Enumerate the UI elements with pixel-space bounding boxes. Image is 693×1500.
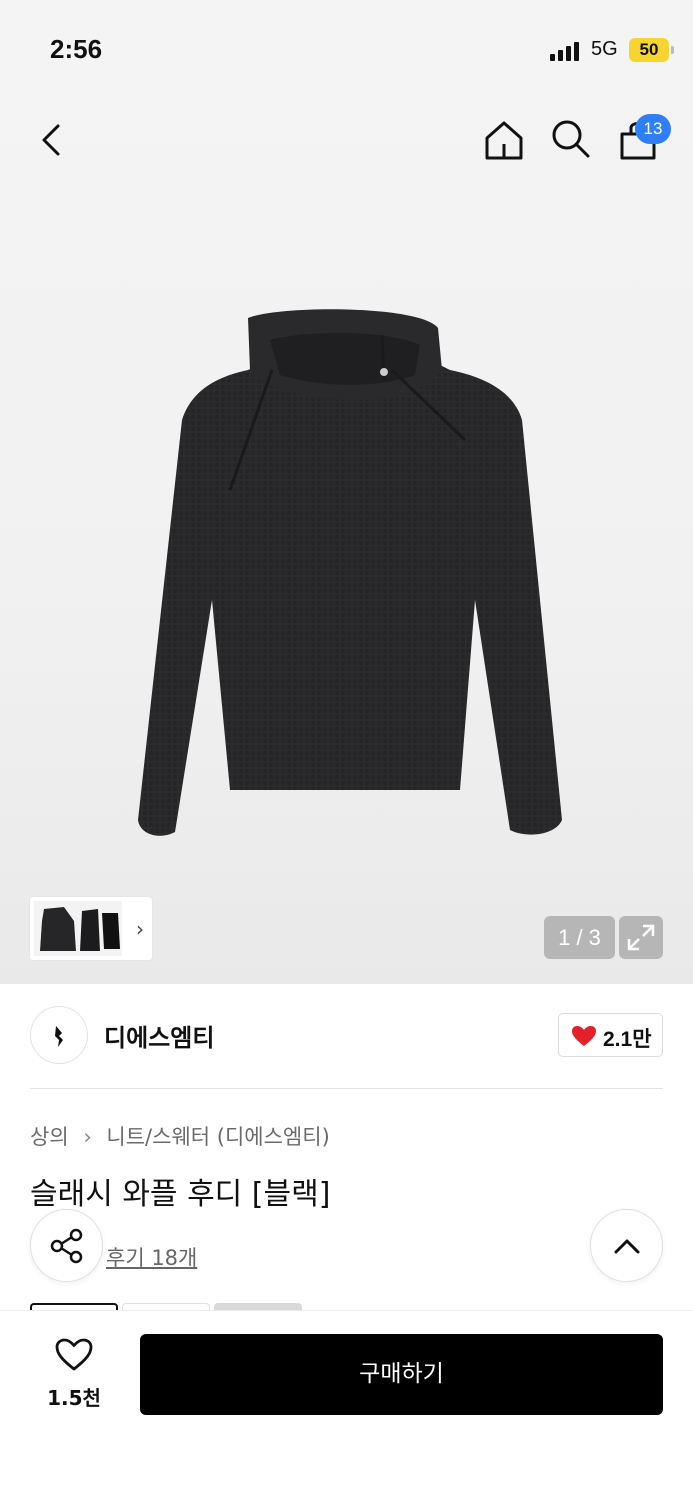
home-icon xyxy=(485,121,523,160)
signal-icon xyxy=(550,41,582,61)
buy-button[interactable]: 구매하기 xyxy=(140,1334,663,1415)
image-page-counter: 1 / 3 xyxy=(544,916,615,959)
back-icon xyxy=(42,124,60,156)
thumbnail-images xyxy=(34,901,122,956)
expand-image-button[interactable] xyxy=(619,916,663,959)
heart-icon xyxy=(572,1026,596,1046)
home-button[interactable] xyxy=(482,118,526,162)
heart-outline-icon xyxy=(55,1338,93,1371)
cart-count-badge: 13 xyxy=(635,114,671,144)
chevron-right-icon: › xyxy=(136,917,144,941)
product-image-area[interactable]: 2:56 5G 50 13 › 1 / 3 xyxy=(0,0,693,984)
breadcrumb-subcategory[interactable]: 니트/스웨터 (디에스엠티) xyxy=(106,1125,329,1149)
section-divider xyxy=(30,1088,663,1089)
wishlist-count: 1.5천 xyxy=(47,1386,101,1410)
breadcrumb-category[interactable]: 상의 xyxy=(30,1125,69,1149)
review-link[interactable]: 후기 18개 xyxy=(106,1242,197,1272)
network-label: 5G xyxy=(591,38,618,60)
share-button[interactable] xyxy=(30,1209,103,1282)
expand-icon xyxy=(627,924,655,951)
search-button[interactable] xyxy=(548,116,592,160)
search-icon xyxy=(552,120,590,158)
battery-icon: 50 xyxy=(629,38,674,62)
wishlist-button[interactable]: 1.5천 xyxy=(30,1334,118,1414)
brand-like-button[interactable]: 2.1만 xyxy=(558,1013,663,1057)
brand-like-count: 2.1만 xyxy=(603,1028,652,1051)
brand-logo[interactable] xyxy=(30,1006,88,1064)
status-bar: 2:56 5G 50 xyxy=(0,0,693,100)
brand-name[interactable]: 디에스엠티 xyxy=(104,1018,214,1053)
brand-logo-mark xyxy=(55,1026,63,1047)
scroll-top-button[interactable] xyxy=(590,1209,663,1282)
back-button[interactable] xyxy=(30,118,74,162)
chevron-up-icon xyxy=(614,1239,640,1254)
chevron-right-icon: › xyxy=(83,1125,92,1149)
share-icon xyxy=(50,1228,83,1264)
status-time: 2:56 xyxy=(50,34,103,64)
thumbnail-strip[interactable]: › xyxy=(30,897,152,960)
product-title: 슬래시 와플 후디 [블랙] xyxy=(30,1177,331,1212)
breadcrumb: 상의 › 니트/스웨터 (디에스엠티) xyxy=(30,1121,330,1151)
product-photo[interactable] xyxy=(130,300,570,850)
